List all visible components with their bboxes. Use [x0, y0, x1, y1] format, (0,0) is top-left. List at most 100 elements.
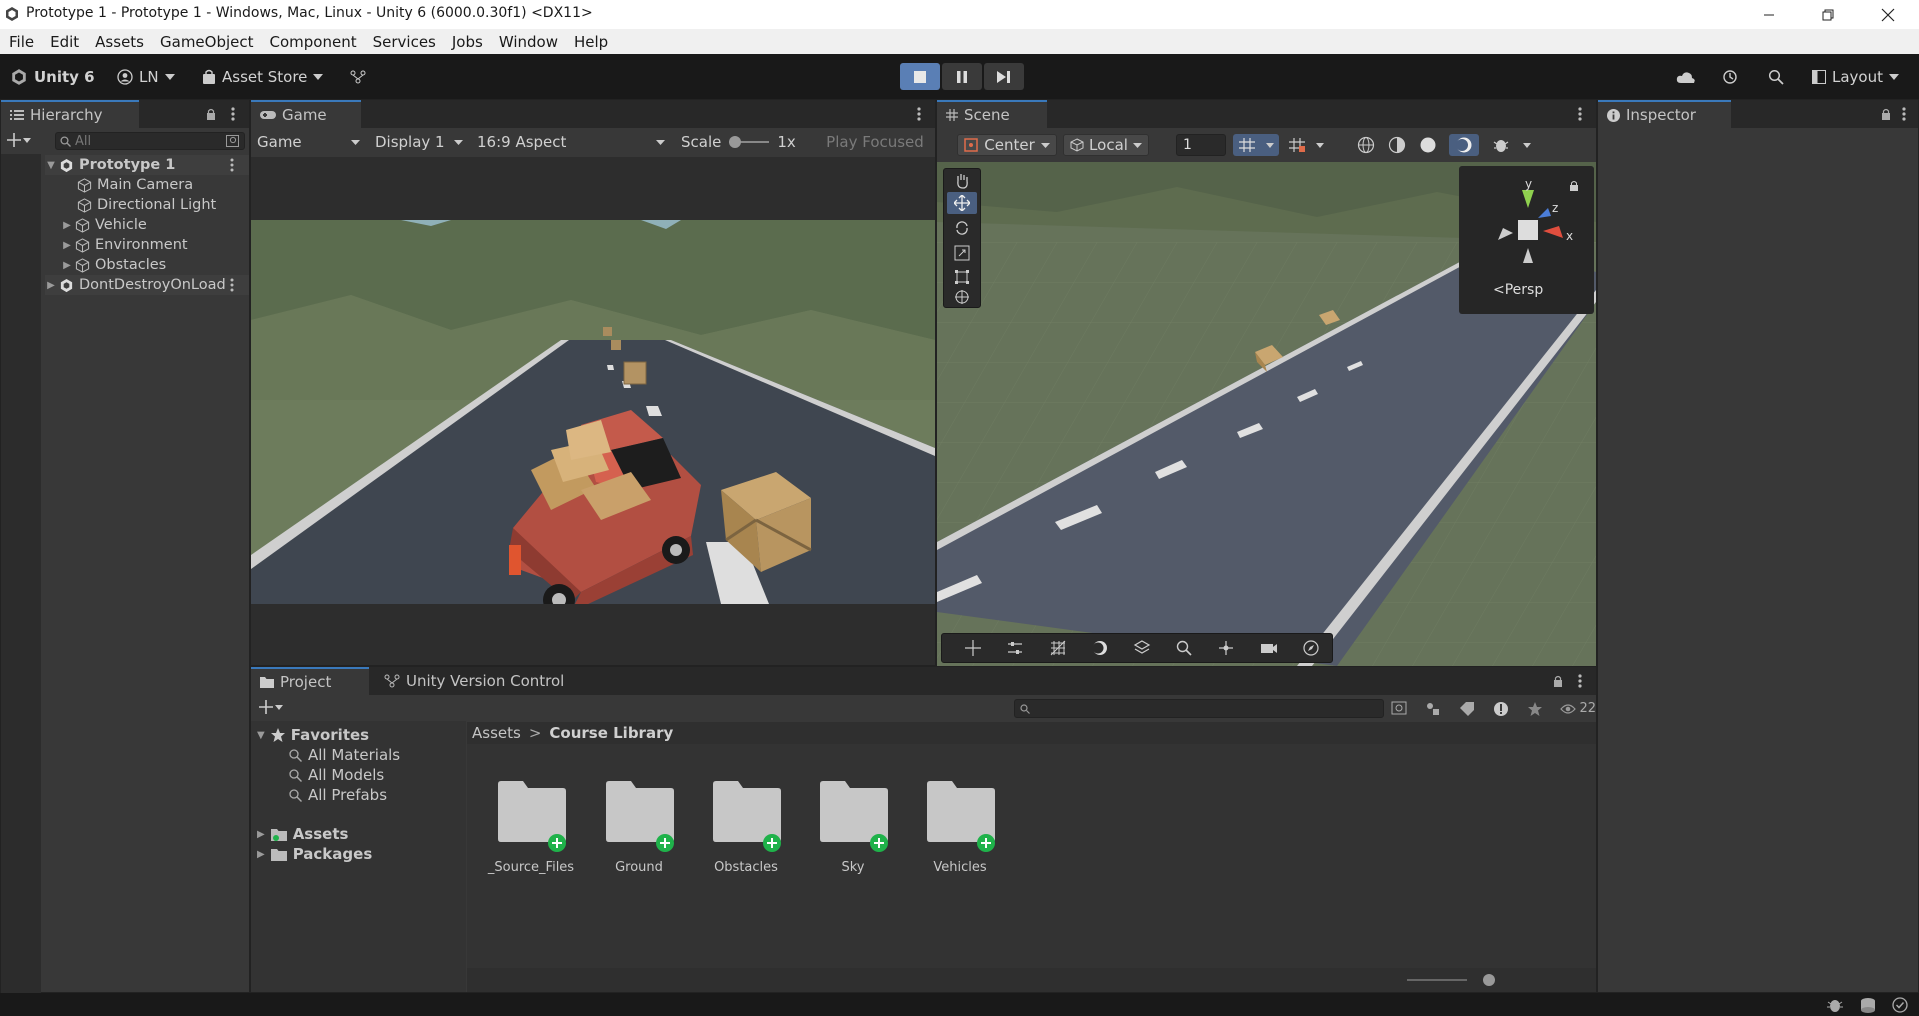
aspect-dropdown[interactable]: 16:9 Aspect	[471, 131, 671, 153]
hierarchy-search-input[interactable]: All	[55, 132, 245, 150]
wireframe-sphere-icon[interactable]	[1357, 136, 1375, 154]
expanded-arrow-icon[interactable]: ▼	[45, 159, 57, 171]
menu-jobs[interactable]: Jobs	[452, 33, 483, 51]
more-options-icon[interactable]	[230, 278, 234, 292]
scale-slider[interactable]	[729, 136, 770, 148]
menu-services[interactable]: Services	[373, 33, 436, 51]
game-view-mode-dropdown[interactable]: Game	[251, 131, 366, 153]
more-options-icon[interactable]	[1578, 107, 1582, 121]
search-window-icon[interactable]	[1391, 701, 1407, 717]
rotate-tool[interactable]	[947, 217, 977, 239]
cache-server-icon[interactable]	[1859, 997, 1877, 1013]
tab-inspector[interactable]: Inspector	[1598, 100, 1731, 128]
gizmos-bug-icon[interactable]	[1492, 136, 1510, 154]
menu-file[interactable]: File	[9, 33, 34, 51]
folder-obstacles[interactable]: Obstacles	[701, 780, 791, 880]
lock-icon[interactable]	[206, 108, 216, 120]
sliders-icon[interactable]	[1006, 639, 1024, 657]
label-tag-icon[interactable]	[1459, 701, 1475, 717]
pivot-axis-icon[interactable]	[1217, 639, 1235, 657]
restore-button[interactable]	[1805, 0, 1851, 29]
grid-snap-input[interactable]: 1	[1176, 134, 1226, 156]
play-focused-button[interactable]: Play Focused	[817, 131, 933, 153]
search-icon[interactable]	[1175, 639, 1193, 657]
game-viewport[interactable]	[251, 220, 935, 604]
collapsed-arrow-icon[interactable]: ▶	[61, 259, 73, 271]
hand-tool[interactable]	[947, 172, 977, 190]
minimize-button[interactable]	[1746, 0, 1792, 29]
menu-assets[interactable]: Assets	[95, 33, 144, 51]
packages-root-node[interactable]: ▶ Packages	[257, 845, 372, 863]
project-search-input[interactable]	[1014, 699, 1384, 718]
more-options-icon[interactable]	[231, 107, 235, 121]
version-control-button[interactable]	[350, 65, 366, 89]
move-arrows-icon[interactable]	[964, 639, 982, 657]
icon-size-slider-thumb[interactable]	[1483, 974, 1495, 986]
lock-icon[interactable]	[1553, 675, 1563, 687]
more-options-icon[interactable]	[917, 107, 921, 121]
search-button[interactable]	[1768, 65, 1784, 89]
scene-row[interactable]: ▼ Prototype 1	[45, 155, 249, 175]
step-button[interactable]	[984, 63, 1024, 90]
debug-bug-icon[interactable]	[1826, 997, 1844, 1013]
lock-icon[interactable]	[1569, 180, 1579, 191]
menu-edit[interactable]: Edit	[50, 33, 79, 51]
expanded-arrow-icon[interactable]: ▼	[257, 730, 265, 741]
tab-game[interactable]: Game	[251, 100, 361, 128]
filter-by-type-icon[interactable]	[1425, 701, 1441, 717]
assets-root-node[interactable]: ▶ Assets	[257, 825, 348, 843]
move-tool[interactable]	[947, 192, 977, 214]
collapsed-arrow-icon[interactable]: ▶	[61, 239, 73, 251]
orientation-gizmo[interactable]: y z x <Persp	[1459, 166, 1594, 314]
account-dropdown[interactable]: LN	[117, 65, 175, 89]
unity-product-button[interactable]: Unity 6	[10, 65, 95, 89]
menu-gameobject[interactable]: GameObject	[160, 33, 254, 51]
more-options-icon[interactable]	[1578, 674, 1582, 688]
layout-dropdown[interactable]: Layout	[1812, 65, 1899, 89]
warning-icon[interactable]	[1493, 701, 1509, 717]
scale-tool[interactable]	[947, 242, 977, 264]
shaded-sphere-icon[interactable]	[1419, 136, 1437, 154]
grid-visibility-toggle[interactable]	[1283, 134, 1329, 156]
collapsed-arrow-icon[interactable]: ▶	[45, 279, 57, 291]
collapsed-arrow-icon[interactable]: ▶	[257, 829, 265, 840]
favorite-all-prefabs[interactable]: All Prefabs	[289, 786, 387, 804]
collapsed-arrow-icon[interactable]: ▶	[257, 849, 265, 860]
star-icon[interactable]	[1527, 701, 1543, 717]
folder-source-files[interactable]: _Source_Files	[486, 780, 576, 880]
search-filter-icon[interactable]	[226, 135, 240, 148]
create-asset-dropdown[interactable]	[259, 700, 283, 714]
pivot-center-dropdown[interactable]: Center	[957, 134, 1057, 156]
lighting-toggle[interactable]	[1449, 134, 1480, 156]
layers-icon[interactable]	[1133, 639, 1151, 657]
favorite-all-materials[interactable]: All Materials	[289, 746, 400, 764]
compass-icon[interactable]	[1302, 639, 1320, 657]
menu-help[interactable]: Help	[574, 33, 608, 51]
grid-hatch-icon[interactable]	[1049, 639, 1067, 657]
space-local-dropdown[interactable]: Local	[1063, 134, 1149, 156]
create-dropdown[interactable]	[7, 133, 31, 147]
icon-size-slider[interactable]	[1407, 979, 1467, 981]
lit-sphere-icon[interactable]	[1091, 639, 1109, 657]
shaded-wireframe-icon[interactable]	[1388, 136, 1406, 154]
favorites-node[interactable]: ▼ Favorites	[257, 726, 369, 744]
favorite-all-models[interactable]: All Models	[289, 766, 384, 784]
camera-icon[interactable]	[1260, 639, 1278, 657]
menu-window[interactable]: Window	[499, 33, 558, 51]
cloud-button[interactable]	[1676, 65, 1696, 89]
chevron-down-icon[interactable]	[1522, 142, 1531, 148]
menu-component[interactable]: Component	[270, 33, 357, 51]
breadcrumb-assets[interactable]: Assets	[472, 724, 521, 742]
tab-scene[interactable]: Scene	[937, 100, 1047, 128]
close-window-button[interactable]	[1865, 0, 1911, 29]
pause-button[interactable]	[942, 63, 982, 90]
tab-version-control[interactable]: Unity Version Control	[375, 667, 573, 695]
folder-vehicles[interactable]: Vehicles	[915, 780, 1005, 880]
breadcrumb-current[interactable]: Course Library	[549, 724, 673, 742]
history-button[interactable]	[1722, 65, 1738, 89]
projection-toggle[interactable]: <Persp	[1493, 282, 1543, 298]
more-options-icon[interactable]	[1902, 107, 1906, 121]
lock-icon[interactable]	[1881, 108, 1891, 120]
collapsed-arrow-icon[interactable]: ▶	[61, 219, 73, 231]
display-dropdown[interactable]: Display 1	[369, 131, 469, 153]
